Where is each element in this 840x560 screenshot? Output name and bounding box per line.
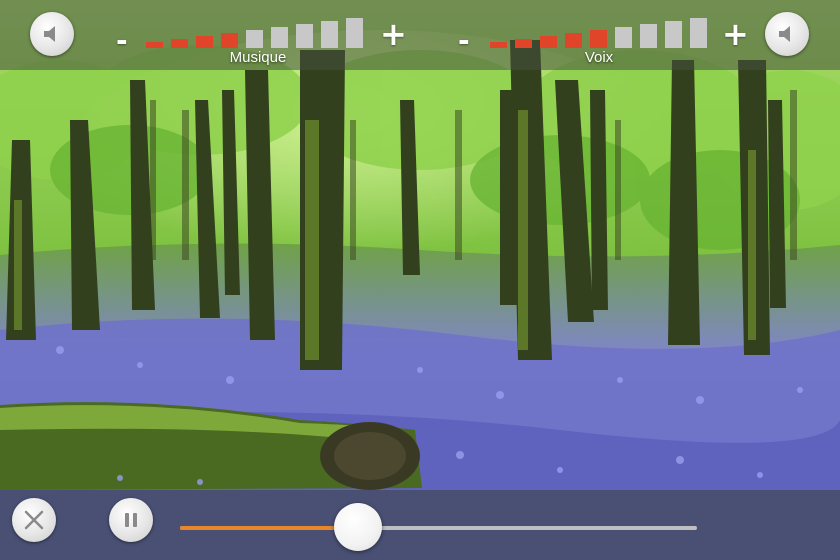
music-volume-label: Musique xyxy=(229,49,287,66)
voice-volume-meter[interactable] xyxy=(490,18,710,48)
music-volume-up-button[interactable]: + xyxy=(380,18,407,50)
speaker-icon xyxy=(779,26,790,42)
progress-track[interactable] xyxy=(180,526,697,530)
music-mute-button[interactable] xyxy=(30,12,74,56)
voice-mute-button[interactable] xyxy=(765,12,809,56)
forest-background-image xyxy=(0,0,840,560)
music-volume-step[interactable] xyxy=(246,30,263,48)
progress-fill xyxy=(180,526,359,530)
music-volume-step[interactable] xyxy=(321,21,338,48)
voice-volume-step[interactable] xyxy=(490,42,507,48)
voice-volume-step[interactable] xyxy=(690,18,707,48)
pause-icon xyxy=(125,513,137,527)
music-volume-meter[interactable] xyxy=(146,18,366,48)
music-volume-step[interactable] xyxy=(346,18,363,48)
close-icon xyxy=(24,510,44,530)
close-button[interactable] xyxy=(12,498,56,542)
voice-volume-step[interactable] xyxy=(515,39,532,48)
music-volume-step[interactable] xyxy=(271,27,288,48)
pause-button[interactable] xyxy=(109,498,153,542)
voice-volume-step[interactable] xyxy=(640,24,657,48)
speaker-icon xyxy=(44,26,55,42)
voice-volume-step[interactable] xyxy=(615,27,632,48)
music-volume-step[interactable] xyxy=(171,39,188,48)
voice-volume-step[interactable] xyxy=(590,30,607,48)
music-volume-step[interactable] xyxy=(196,36,213,48)
music-volume-down-button[interactable]: - xyxy=(116,27,128,55)
voice-volume-down-button[interactable]: - xyxy=(458,27,470,55)
voice-volume-step[interactable] xyxy=(565,33,582,48)
voice-volume-step[interactable] xyxy=(540,36,557,48)
music-volume-step[interactable] xyxy=(296,24,313,48)
music-volume-step[interactable] xyxy=(221,33,238,48)
voice-volume-step[interactable] xyxy=(665,21,682,48)
music-volume-step[interactable] xyxy=(146,42,163,48)
voice-volume-up-button[interactable]: + xyxy=(722,18,749,50)
voice-volume-label: Voix xyxy=(584,49,614,66)
